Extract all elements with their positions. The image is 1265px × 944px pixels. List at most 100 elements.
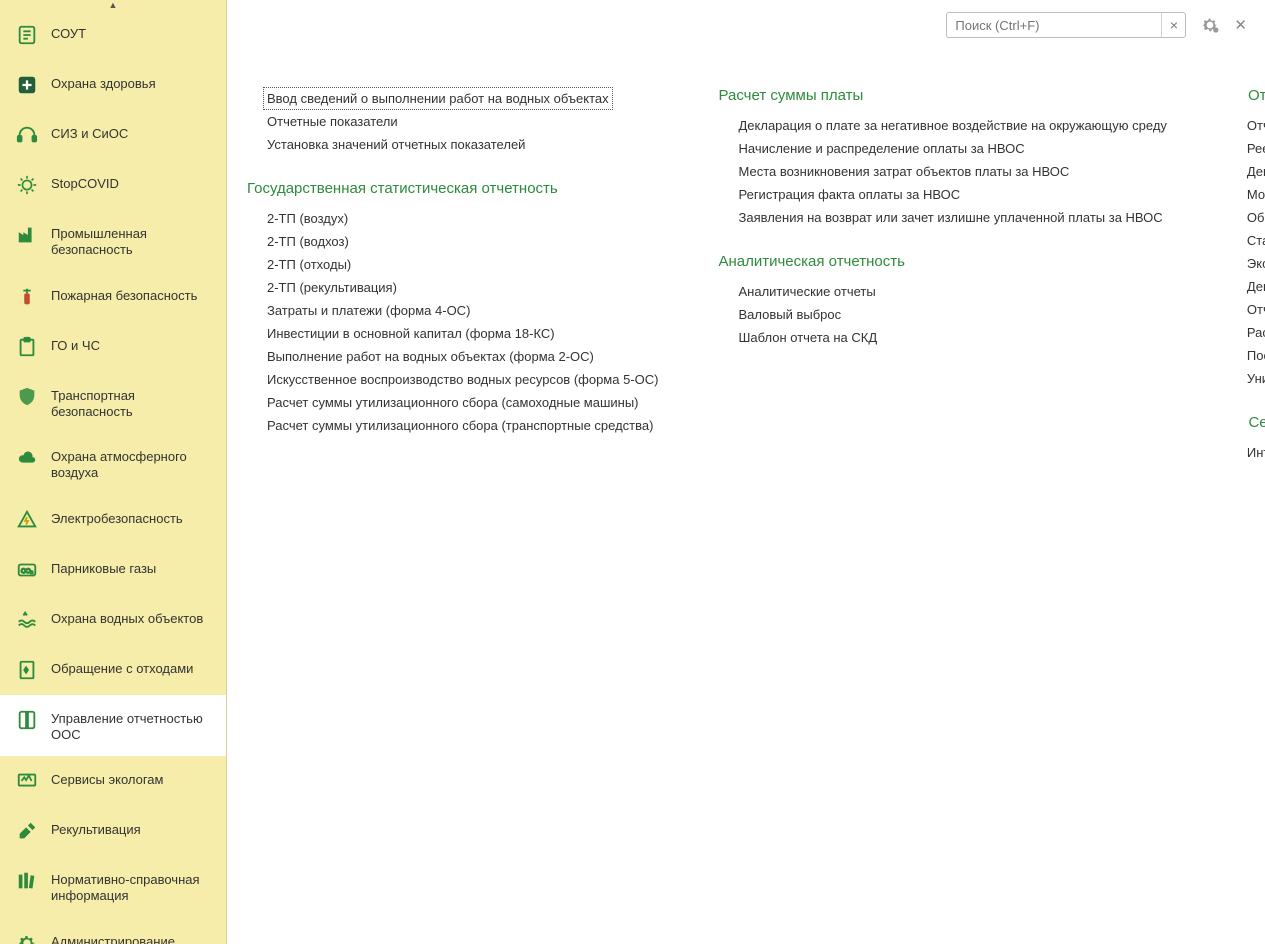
bolt-triangle-icon <box>15 508 39 532</box>
sidebar-item-label: Сервисы экологам <box>51 769 163 788</box>
settings-button[interactable] <box>1200 15 1220 35</box>
link-report-2[interactable]: Реестр з <box>1247 137 1265 160</box>
sidebar-item-sout[interactable]: СОУТ <box>0 10 226 60</box>
close-button[interactable]: ✕ <box>1234 16 1247 34</box>
sidebar-item-go-chs[interactable]: ГО и ЧС <box>0 322 226 372</box>
link-18ks[interactable]: Инвестиции в основной капитал (форма 18-… <box>267 322 658 345</box>
sidebar: ▲ СОУТ Охрана здоровья СИЗ и СиОС StopCO… <box>0 0 227 944</box>
clipboard2-icon <box>15 335 39 359</box>
sidebar-item-eco-services[interactable]: Сервисы экологам <box>0 756 226 806</box>
link-2tp-air[interactable]: 2-ТП (воздух) <box>267 207 658 230</box>
link-cost-places-nvos[interactable]: Места возникновения затрат объектов плат… <box>738 160 1166 183</box>
shield-car-icon <box>15 385 39 409</box>
link-report-10[interactable]: Расчет <box>1247 321 1265 344</box>
sidebar-item-greenhouse[interactable]: CO₂ Парниковые газы <box>0 545 226 595</box>
link-analytic-reports[interactable]: Аналитические отчеты <box>738 280 1166 303</box>
sidebar-item-label: Обращение с отходами <box>51 658 193 677</box>
column-1: Ввод сведений о выполнении работ на водн… <box>247 87 658 464</box>
link-2tp-water[interactable]: 2-ТП (водхоз) <box>267 230 658 253</box>
sidebar-item-label: Администрирование <box>51 931 175 944</box>
gear-icon <box>15 931 39 944</box>
search-clear-button[interactable]: × <box>1161 13 1185 37</box>
link-report-1[interactable]: Отчет п <box>1247 114 1265 137</box>
water-waves-icon <box>15 608 39 632</box>
section-title-calc: Расчет суммы платы <box>718 87 1166 104</box>
sidebar-item-label: Нормативно-справочная информация <box>51 869 216 905</box>
link-report-12[interactable]: Универс <box>1247 367 1265 390</box>
column-2: Расчет суммы платы Декларация о плате за… <box>718 87 1166 464</box>
link-report-9[interactable]: Отчет о <box>1247 298 1265 321</box>
sidebar-item-siz[interactable]: СИЗ и СиОС <box>0 110 226 160</box>
section-title-stat: Государственная статистическая отчетност… <box>247 180 658 197</box>
sidebar-item-waste[interactable]: Обращение с отходами <box>0 645 226 695</box>
link-util-self[interactable]: Расчет суммы утилизационного сбора (само… <box>267 391 658 414</box>
virus-icon <box>15 173 39 197</box>
link-report-5[interactable]: Общий ј <box>1247 206 1265 229</box>
link-report-8[interactable]: Деклара <box>1247 275 1265 298</box>
sidebar-item-label: Электробезопасность <box>51 508 183 527</box>
sidebar-item-electro[interactable]: Электробезопасность <box>0 495 226 545</box>
section-title-analytic: Аналитическая отчетность <box>718 253 1166 270</box>
link-gross-emission[interactable]: Валовый выброс <box>738 303 1166 326</box>
link-indicator-values[interactable]: Установка значений отчетных показателей <box>267 133 658 156</box>
link-report-11[interactable]: Постано <box>1247 344 1265 367</box>
link-2os[interactable]: Выполнение работ на водных объектах (фор… <box>267 345 658 368</box>
link-2tp-waste[interactable]: 2-ТП (отходы) <box>267 253 658 276</box>
link-skd-template[interactable]: Шаблон отчета на СКД <box>738 326 1166 349</box>
sidebar-item-label: Охрана здоровья <box>51 73 156 92</box>
plus-square-icon <box>15 73 39 97</box>
sidebar-item-air[interactable]: Охрана атмосферного воздуха <box>0 433 226 495</box>
monitor-icon <box>15 769 39 793</box>
search-field[interactable]: × <box>946 12 1186 38</box>
link-util-trans[interactable]: Расчет суммы утилизационного сбора (тран… <box>267 414 658 437</box>
link-5os[interactable]: Искусственное воспроизводство водных рес… <box>267 368 658 391</box>
sidebar-item-transport[interactable]: Транспортная безопасность <box>0 372 226 434</box>
close-icon: ✕ <box>1234 16 1247 34</box>
sidebar-item-reporting-oos[interactable]: Управление отчетностью ООС <box>0 695 226 757</box>
extinguisher-icon <box>15 285 39 309</box>
link-payment-fact-nvos[interactable]: Регистрация факта оплаты за НВОС <box>738 183 1166 206</box>
sidebar-item-label: Управление отчетностью ООС <box>51 708 216 744</box>
sidebar-collapse-button[interactable]: ▲ <box>0 0 226 10</box>
cloud-icon <box>15 446 39 470</box>
sidebar-item-admin[interactable]: Администрирование <box>0 918 226 944</box>
sidebar-item-health[interactable]: Охрана здоровья <box>0 60 226 110</box>
sidebar-item-label: ГО и ЧС <box>51 335 100 354</box>
sidebar-item-label: Транспортная безопасность <box>51 385 216 421</box>
main-area: × ✕ Ввод сведений о выполнении работ на … <box>227 0 1265 944</box>
link-report-3[interactable]: Деклара <box>1247 160 1265 183</box>
topbar: × ✕ <box>227 0 1265 47</box>
sidebar-item-label: Рекультивация <box>51 819 141 838</box>
link-water-entry[interactable]: Ввод сведений о выполнении работ на водн… <box>263 87 613 110</box>
co2-icon: CO₂ <box>15 558 39 582</box>
sidebar-item-reclamation[interactable]: Рекультивация <box>0 806 226 856</box>
link-declaration-nvos[interactable]: Декларация о плате за негативное воздейс… <box>738 114 1166 137</box>
link-refund-nvos[interactable]: Заявления на возврат или зачет излишне у… <box>738 206 1166 229</box>
book-icon <box>15 708 39 732</box>
sidebar-item-industrial[interactable]: Промышленная безопасность <box>0 210 226 272</box>
sidebar-item-label: Промышленная безопасность <box>51 223 216 259</box>
sidebar-item-label: Охрана атмосферного воздуха <box>51 446 216 482</box>
link-report-6[interactable]: Статусы <box>1247 229 1265 252</box>
sidebar-item-reference[interactable]: Нормативно-справочная информация <box>0 856 226 918</box>
link-2tp-reclam[interactable]: 2-ТП (рекультивация) <box>267 276 658 299</box>
sidebar-item-stopcovid[interactable]: StopCOVID <box>0 160 226 210</box>
column-3: Отчеты Отчет п Реестр з Деклара Монитор … <box>1227 87 1265 464</box>
link-4os[interactable]: Затраты и платежи (форма 4-ОС) <box>267 299 658 322</box>
sidebar-item-label: СОУТ <box>51 23 86 42</box>
link-report-7[interactable]: Экологи <box>1247 252 1265 275</box>
books-icon <box>15 869 39 893</box>
factory-icon <box>15 223 39 247</box>
sidebar-item-fire[interactable]: Пожарная безопасность <box>0 272 226 322</box>
sidebar-item-label: Парниковые газы <box>51 558 156 577</box>
link-report-4[interactable]: Монитор <box>1247 183 1265 206</box>
sidebar-item-label: Пожарная безопасность <box>51 285 197 304</box>
link-service-1[interactable]: Интегра <box>1247 441 1265 464</box>
shovel-icon <box>15 819 39 843</box>
sidebar-item-water[interactable]: Охрана водных объектов <box>0 595 226 645</box>
search-input[interactable] <box>947 13 1161 37</box>
link-report-indicators[interactable]: Отчетные показатели <box>267 110 658 133</box>
link-accrual-nvos[interactable]: Начисление и распределение оплаты за НВО… <box>738 137 1166 160</box>
section-title-service: Сервис <box>1227 414 1265 431</box>
content-scroll[interactable]: Ввод сведений о выполнении работ на водн… <box>227 47 1265 944</box>
